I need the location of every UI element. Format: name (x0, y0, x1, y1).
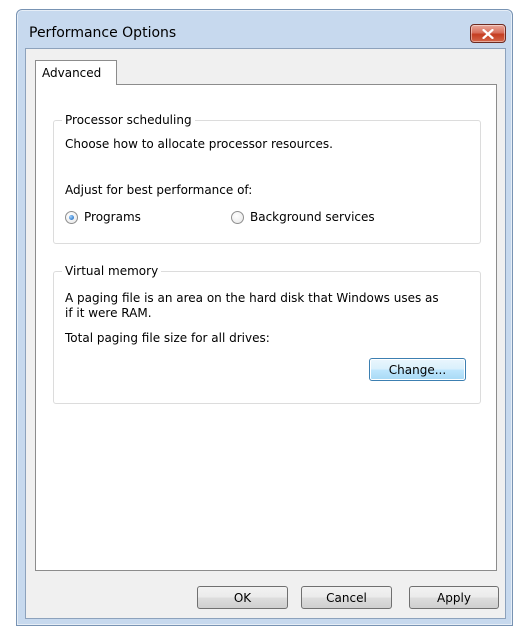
radio-background-services[interactable]: Background services (231, 210, 375, 224)
radio-programs-label[interactable]: Programs (84, 210, 141, 224)
close-button[interactable] (470, 24, 506, 43)
radio-programs[interactable]: Programs (65, 210, 141, 224)
radio-selected-dot (69, 214, 74, 220)
cancel-button[interactable]: Cancel (301, 586, 392, 609)
ok-button[interactable]: OK (197, 586, 288, 609)
radio-background-services-button[interactable] (231, 210, 244, 224)
processor-scheduling-description: Choose how to allocate processor resourc… (65, 137, 333, 151)
virtual-memory-description-line2: if it were RAM. (65, 306, 152, 320)
close-icon (482, 28, 494, 39)
tab-advanced[interactable]: Advanced (35, 60, 117, 85)
processor-scheduling-group: Processor scheduling Choose how to alloc… (53, 113, 481, 244)
change-button[interactable]: Change... (369, 358, 466, 381)
radio-background-services-label[interactable]: Background services (250, 210, 375, 224)
dialog-client-area: Advanced Processor scheduling Choose how… (25, 48, 506, 619)
virtual-memory-legend: Virtual memory (62, 264, 162, 278)
advanced-tab-panel: Processor scheduling Choose how to alloc… (35, 84, 497, 571)
performance-options-window: Performance Options Advanced Processor s… (16, 9, 513, 626)
tab-advanced-label: Advanced (42, 66, 102, 80)
apply-button[interactable]: Apply (409, 586, 499, 609)
radio-programs-button[interactable] (65, 210, 78, 224)
adjust-performance-label: Adjust for best performance of: (65, 183, 253, 197)
processor-scheduling-legend: Processor scheduling (62, 113, 195, 127)
window-title: Performance Options (29, 25, 177, 41)
virtual-memory-group: Virtual memory A paging file is an area … (53, 264, 481, 404)
virtual-memory-description-line1: A paging file is an area on the hard dis… (65, 291, 439, 305)
total-paging-file-label: Total paging file size for all drives: (65, 331, 270, 345)
